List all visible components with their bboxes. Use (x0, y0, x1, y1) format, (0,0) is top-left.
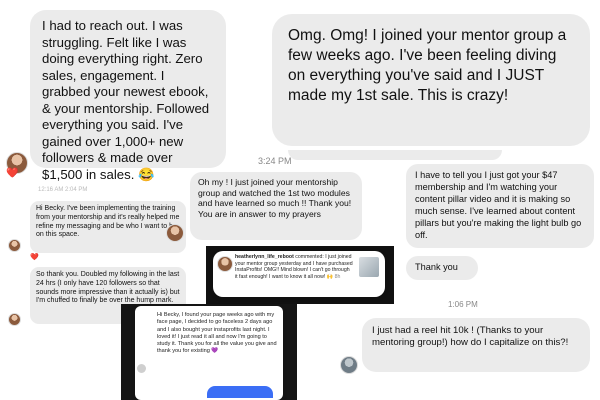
message-bubble: Thank you (406, 256, 478, 280)
timestamp: 1:06 PM (448, 300, 478, 309)
message-bubble: Oh my ! I just joined your mentorship gr… (190, 172, 362, 240)
username[interactable]: heatherlynn_life_reboot (235, 254, 294, 260)
message-bubble: Omg. Omg! I joined your mentor group a f… (272, 14, 590, 146)
message-text: I had to reach out. I was struggling. Fe… (42, 18, 210, 182)
timestamp: 3:24 PM (258, 156, 292, 166)
reply-button[interactable] (207, 386, 273, 398)
message-text: Hi Becky, I found your page weeks ago wi… (157, 312, 277, 355)
notification-text: heatherlynn_life_reboot commented: I jus… (235, 254, 353, 280)
heart-reaction-icon: ❤️ (6, 168, 19, 179)
message-text: Thank you (415, 262, 458, 272)
sender-avatar-icon (137, 364, 146, 373)
message-card: Hi Becky, I found your page weeks ago wi… (135, 306, 283, 400)
heart-reaction-icon: ❤️ (30, 254, 39, 261)
message-bubble: I have to tell you I just got your $47 m… (406, 164, 594, 248)
avatar[interactable] (8, 239, 21, 252)
screenshot-7: Hi Becky, I found your page weeks ago wi… (121, 304, 297, 400)
message-text: Omg. Omg! I joined your mentor group a f… (288, 27, 567, 105)
comment-notification-card[interactable]: heatherlynn_life_reboot commented: I jus… (213, 251, 385, 297)
screenshot-2: Omg. Omg! I joined your mentor group a f… (258, 0, 600, 172)
partial-bubble (288, 150, 502, 160)
avatar[interactable] (217, 256, 233, 272)
screenshot-5: I have to tell you I just got your $47 m… (340, 160, 600, 400)
message-text: Oh my ! I just joined your mentorship gr… (198, 177, 352, 220)
screenshot-4: Oh my ! I just joined your mentorship gr… (162, 168, 374, 248)
message-bubble: I had to reach out. I was struggling. Fe… (30, 10, 226, 182)
message-bubble: I just had a reel hit 10k ! (Thanks to y… (362, 318, 590, 372)
message-text: I have to tell you I just got your $47 m… (415, 170, 582, 240)
screenshot-6: heatherlynn_life_reboot commented: I jus… (206, 246, 394, 304)
action-text: commented: (295, 254, 324, 260)
message-text: I just had a reel hit 10k ! (Thanks to y… (372, 325, 569, 349)
notification-time: 8h (334, 273, 341, 280)
avatar[interactable] (340, 356, 358, 374)
post-thumbnail[interactable] (359, 257, 379, 277)
message-text: Hi Becky. I've been implementing the tra… (36, 205, 180, 239)
avatar[interactable] (8, 313, 21, 326)
message-text: So thank you. Doubled my following in th… (36, 271, 180, 305)
faint-timestamp: 12:16 AM 2:04 PM (38, 187, 88, 193)
screenshot-1: I had to reach out. I was struggling. Fe… (0, 0, 232, 182)
avatar[interactable] (166, 224, 184, 242)
